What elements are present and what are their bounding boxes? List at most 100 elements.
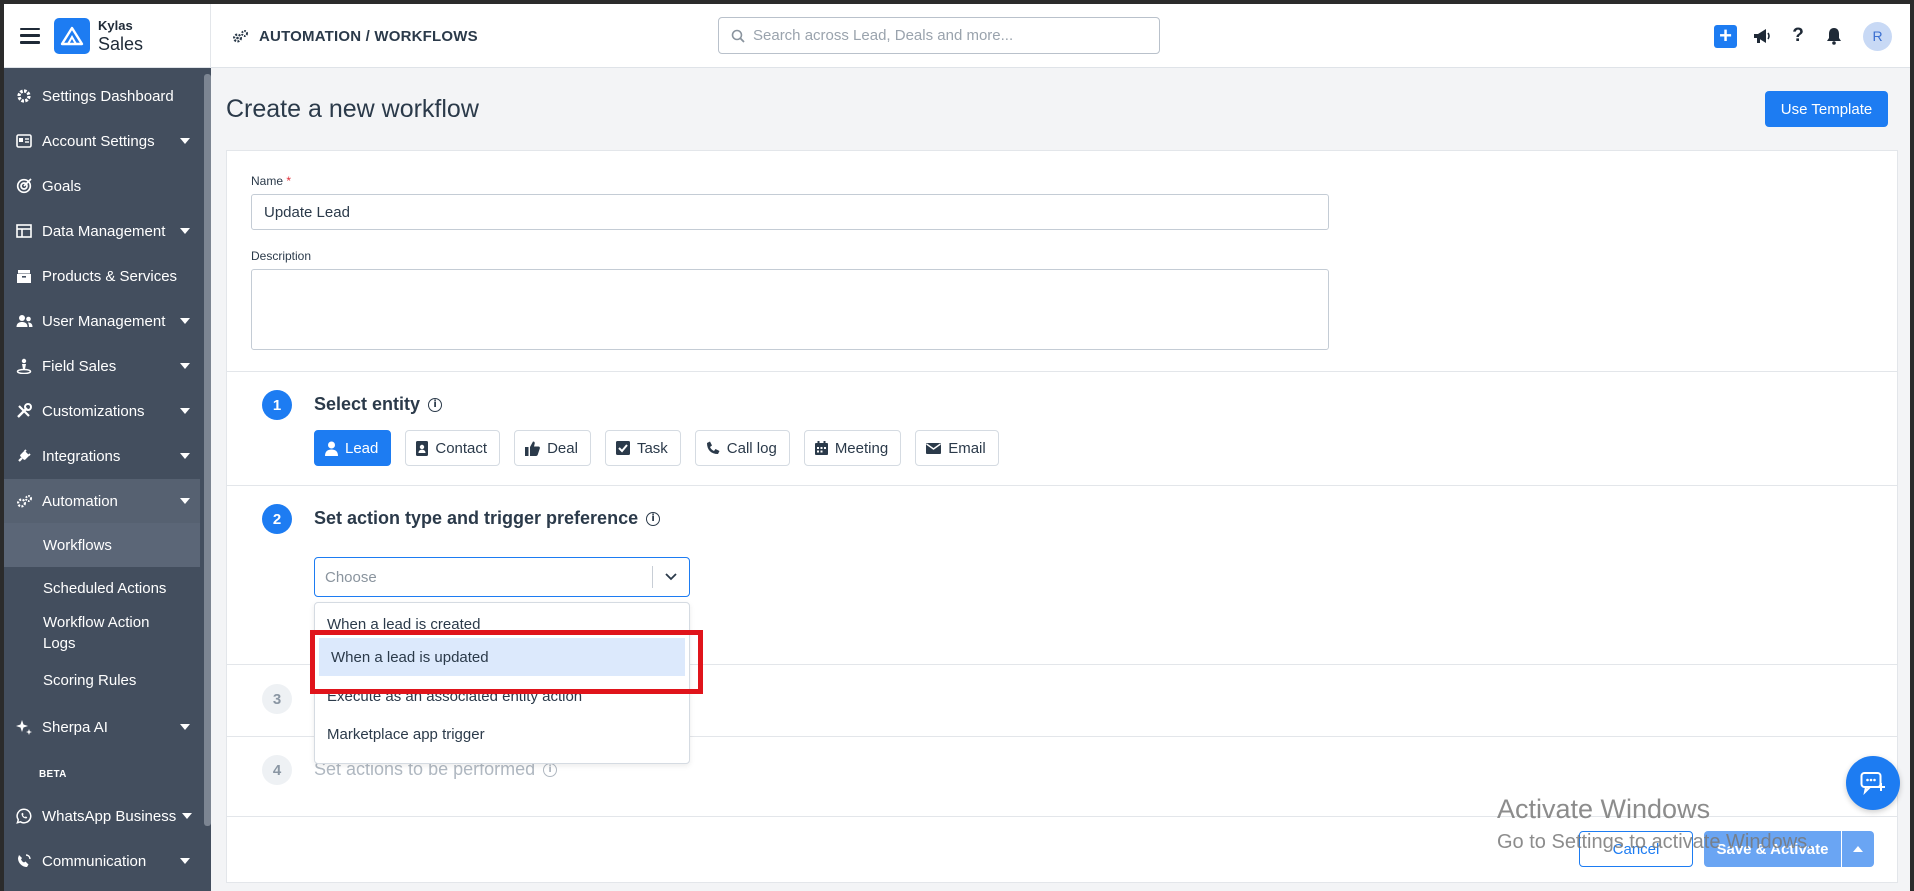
sidebar-item-label: Automation	[42, 492, 118, 510]
brand-big: Sales	[98, 33, 144, 54]
thumbs-up-icon	[525, 441, 540, 456]
entity-option-meeting[interactable]: Meeting	[803, 430, 902, 466]
sidebar-item-field-sales[interactable]: Field Sales	[4, 344, 200, 388]
sidebar-subitem-scheduled-actions[interactable]: Scheduled Actions	[4, 567, 200, 609]
use-template-button[interactable]: Use Template	[1765, 91, 1888, 127]
sidebar-item-whatsapp-business[interactable]: WhatsApp Business	[4, 794, 200, 838]
caret-down-icon	[180, 453, 190, 459]
name-input[interactable]	[251, 194, 1329, 230]
target-icon	[15, 177, 33, 195]
sidebar-subitem-workflows[interactable]: Workflows	[4, 523, 200, 567]
sidebar-item-data-management[interactable]: Data Management	[4, 209, 200, 253]
sidebar-subitem-workflow-action-logs[interactable]: Workflow Action Logs	[4, 609, 200, 657]
entity-label: Deal	[547, 439, 578, 457]
sidebar-item-user-management[interactable]: User Management	[4, 299, 200, 343]
sidebar-scrollbar[interactable]	[204, 74, 211, 826]
section-divider	[227, 485, 1897, 486]
caret-down-icon	[180, 138, 190, 144]
sidebar-item-label: Settings Dashboard	[42, 87, 174, 105]
gear-icon	[15, 87, 33, 105]
name-label-text: Name	[251, 174, 284, 188]
user-avatar[interactable]: R	[1863, 21, 1892, 51]
workflow-form-card: Name * Description 1 Select entity i Lea…	[226, 150, 1898, 883]
quick-add-plus-icon[interactable]: +	[1714, 24, 1737, 48]
chevron-down-icon[interactable]	[653, 573, 689, 581]
step-number-2: 2	[262, 504, 292, 534]
required-asterisk: *	[286, 174, 292, 188]
envelope-icon	[926, 442, 942, 454]
dropdown-option[interactable]: Marketplace app trigger	[315, 715, 689, 753]
entity-option-lead[interactable]: Lead	[314, 430, 392, 466]
topbar-divider	[210, 4, 211, 68]
entity-option-call-log[interactable]: Call log	[694, 430, 790, 466]
caret-down-icon	[180, 228, 190, 234]
trigger-select[interactable]: Choose	[314, 557, 690, 597]
info-icon[interactable]: i	[543, 762, 558, 777]
entity-label: Meeting	[834, 439, 889, 457]
megaphone-icon[interactable]	[1751, 25, 1773, 47]
chat-support-button[interactable]	[1846, 756, 1900, 810]
beta-badge: BETA	[39, 769, 67, 780]
annotation-highlight-box	[310, 630, 703, 694]
entity-option-deal[interactable]: Deal	[514, 430, 591, 466]
app-window: Kylas Sales AUTOMATION / WORKFLOWS + ? R…	[4, 4, 1910, 891]
sidebar-item-products-services[interactable]: Products & Services	[4, 254, 200, 298]
sidebar-item-label: Account Settings	[42, 132, 155, 150]
caret-down-icon	[180, 724, 190, 730]
checkbox-icon	[615, 441, 630, 455]
page-title: Create a new workflow	[226, 95, 479, 123]
entity-option-task[interactable]: Task	[604, 430, 681, 466]
kylas-logo-icon[interactable]	[54, 17, 90, 54]
sidebar-item-account-settings[interactable]: Account Settings	[4, 119, 200, 163]
caret-down-icon	[180, 498, 190, 504]
step-number-1: 1	[262, 390, 292, 420]
cancel-button[interactable]: Cancel	[1579, 831, 1693, 867]
breadcrumb-text: AUTOMATION / WORKFLOWS	[259, 27, 478, 45]
sidebar-item-label: Customizations	[42, 402, 145, 420]
sidebar-item-goals[interactable]: Goals	[4, 164, 200, 208]
help-question-icon[interactable]: ?	[1787, 25, 1809, 47]
search-input[interactable]	[753, 27, 1133, 44]
hamburger-menu-icon[interactable]	[20, 27, 40, 44]
entity-label: Contact	[435, 439, 488, 457]
sidebar-item-sherpa-ai[interactable]: Sherpa AI	[4, 710, 200, 744]
box-icon	[15, 267, 33, 285]
info-icon[interactable]: i	[646, 511, 661, 526]
step-number-4: 4	[262, 755, 292, 785]
sidebar-item-label: Field Sales	[42, 357, 117, 375]
sidebar-item-label: Data Management	[42, 222, 166, 240]
save-options-caret-icon[interactable]	[1842, 831, 1874, 867]
breadcrumb: AUTOMATION / WORKFLOWS	[232, 4, 478, 68]
sidebar-subitem-label: Scoring Rules	[43, 671, 137, 689]
section-divider	[227, 816, 1897, 817]
entity-option-email[interactable]: Email	[915, 430, 999, 466]
sidebar-item-communication[interactable]: Communication	[4, 839, 200, 883]
sidebar-item-settings-dashboard[interactable]: Settings Dashboard	[4, 74, 200, 118]
caret-down-icon	[180, 858, 190, 864]
sidebar-item-customizations[interactable]: Customizations	[4, 389, 200, 433]
sidebar-item-label: Sherpa AI	[42, 718, 108, 736]
dropdown-option[interactable]: When a lead is created	[315, 603, 689, 633]
sparkle-icon	[15, 718, 33, 736]
entity-option-contact[interactable]: Contact	[405, 430, 501, 466]
chat-bubble-icon	[1860, 772, 1885, 795]
satellite-icon	[15, 852, 33, 870]
cogs-icon	[232, 29, 248, 43]
global-search[interactable]	[718, 17, 1160, 54]
bell-icon[interactable]	[1823, 25, 1845, 47]
entity-label: Lead	[345, 439, 379, 457]
description-textarea[interactable]	[251, 269, 1329, 350]
sidebar-item-integrations[interactable]: Integrations	[4, 434, 200, 478]
id-card-icon	[15, 132, 33, 150]
entity-label: Call log	[726, 439, 777, 457]
save-activate-button[interactable]: Save & Activate	[1704, 831, 1841, 867]
info-icon[interactable]: i	[428, 397, 443, 412]
calendar-icon	[814, 441, 828, 455]
phone-icon	[706, 441, 720, 454]
cogs-icon	[15, 492, 33, 510]
step-title-action-type: Set action type and trigger preference i	[314, 508, 661, 529]
whatsapp-icon	[15, 807, 33, 825]
sidebar-item-automation[interactable]: Automation	[4, 479, 200, 523]
trigger-select-placeholder: Choose	[325, 568, 377, 586]
sidebar-subitem-scoring-rules[interactable]: Scoring Rules	[4, 659, 200, 701]
